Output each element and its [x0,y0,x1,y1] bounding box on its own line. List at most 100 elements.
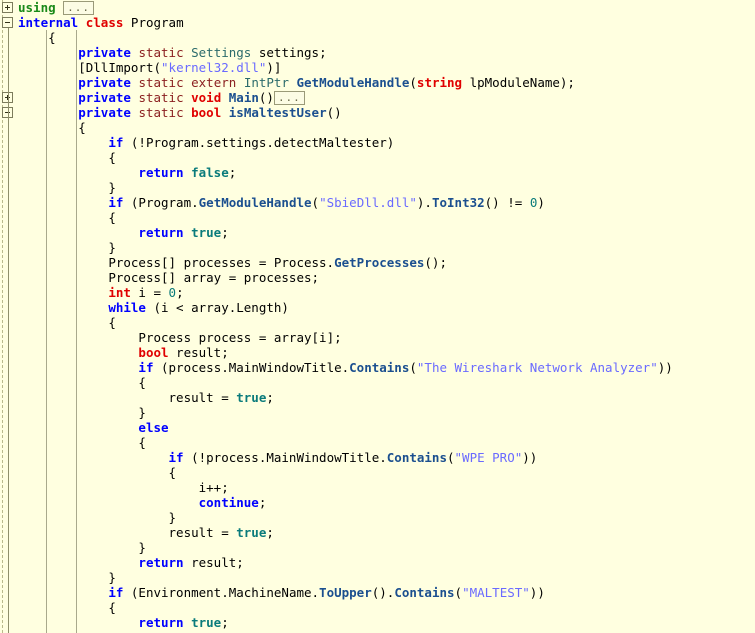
code-token-lit: true [236,390,267,405]
collapsed-region-box[interactable]: ... [63,1,95,15]
code-line[interactable]: if (!process.MainWindowTitle.Contains("W… [18,450,755,465]
code-line[interactable]: [DllImport("kernel32.dll")] [18,60,755,75]
editor-gutter[interactable] [0,0,18,633]
code-token-plain: { [138,435,146,450]
code-line[interactable]: return result; [18,555,755,570]
code-line[interactable]: } [18,570,755,585]
fold-expand-icon[interactable] [2,2,13,13]
code-line[interactable]: continue; [18,495,755,510]
code-token-kw: return [138,615,184,630]
code-line[interactable]: { [18,30,755,45]
code-line[interactable]: Process[] array = processes; [18,270,755,285]
code-token-kw: while [108,300,146,315]
code-editor[interactable]: using ... internal class Program { privat… [0,0,755,633]
code-token-lit: true [236,525,267,540]
code-token-plain: ( [454,585,463,600]
code-line[interactable]: { [18,120,755,135]
code-token-kwmod: static [138,75,184,90]
code-line[interactable]: return true; [18,615,755,630]
code-line[interactable]: else [18,420,755,435]
code-token-str: "kernel32.dll" [161,60,267,75]
code-line[interactable]: private static extern IntPtr GetModuleHa… [18,75,755,90]
code-line[interactable]: { [18,210,755,225]
code-token-meth: isMaltestUser [228,105,327,120]
code-line[interactable]: } [18,405,755,420]
code-line[interactable]: result = true; [18,525,755,540]
code-line[interactable]: return false; [18,165,755,180]
code-line[interactable]: internal class Program [18,15,755,30]
code-token-plain: Process process = array[i]; [138,330,342,345]
code-token-plain: { [138,375,146,390]
code-line[interactable]: while (i < array.Length) [18,300,755,315]
code-line[interactable]: Process[] processes = Process.GetProcess… [18,255,755,270]
code-token-plain: ; [266,390,274,405]
code-line[interactable]: } [18,510,755,525]
code-line[interactable]: if (!Program.settings.detectMaltester) [18,135,755,150]
code-line[interactable]: { [18,150,755,165]
code-token-plain: Program [123,15,184,30]
indent-guide [46,30,48,633]
code-line[interactable]: i++; [18,480,755,495]
code-token-plain: } [168,510,177,525]
code-line[interactable]: using ... [18,0,755,15]
code-line[interactable]: Process process = array[i]; [18,330,755,345]
code-token-kw: if [108,585,124,600]
code-line[interactable]: { [18,375,755,390]
code-line[interactable]: { [18,435,755,450]
code-token-meth: GetProcesses [334,255,425,270]
code-token-kw: if [168,450,184,465]
code-token-plain: ( [409,360,417,375]
code-line[interactable]: if (Environment.MachineName.ToUpper().Co… [18,585,755,600]
code-token-plain: { [108,150,116,165]
code-line[interactable]: bool result; [18,345,755,360]
code-token-plain: } [138,405,146,420]
code-token-plain: { [168,465,177,480]
code-token-kwtype: class [85,15,124,30]
fold-spine [8,28,9,633]
code-line[interactable]: return true; [18,225,755,240]
code-line[interactable]: { [18,600,755,615]
code-token-plain: { [48,30,56,45]
code-token-plain: )) [657,360,673,375]
code-line[interactable]: { [18,315,755,330]
code-token-meth: Main [228,90,259,105]
fold-collapse-icon[interactable] [2,17,13,28]
code-token-kwtype: string [416,75,463,90]
code-line[interactable]: result = true; [18,390,755,405]
code-token-plain: i = [130,285,169,300]
code-line[interactable]: } [18,240,755,255]
code-token-str: "WPE PRO" [454,450,523,465]
code-token-plain: ; [258,495,267,510]
code-line[interactable]: } [18,180,755,195]
code-line[interactable]: if (process.MainWindowTitle.Contains("Th… [18,360,755,375]
code-line[interactable]: private static void Main()... [18,90,755,105]
code-token-plain: ) [537,195,545,210]
code-line[interactable]: int i = 0; [18,285,755,300]
code-line[interactable]: private static Settings settings; [18,45,755,60]
code-content[interactable]: using ... internal class Program { privat… [18,0,755,633]
code-line[interactable]: } [18,540,755,555]
code-line[interactable]: if (Program.GetModuleHandle("SbieDll.dll… [18,195,755,210]
code-token-kw: if [138,360,154,375]
collapsed-region-box[interactable]: ... [273,91,305,105]
code-line[interactable]: private static bool isMaltestUser() [18,105,755,120]
code-line[interactable]: { [18,465,755,480]
code-token-kw: else [138,420,169,435]
